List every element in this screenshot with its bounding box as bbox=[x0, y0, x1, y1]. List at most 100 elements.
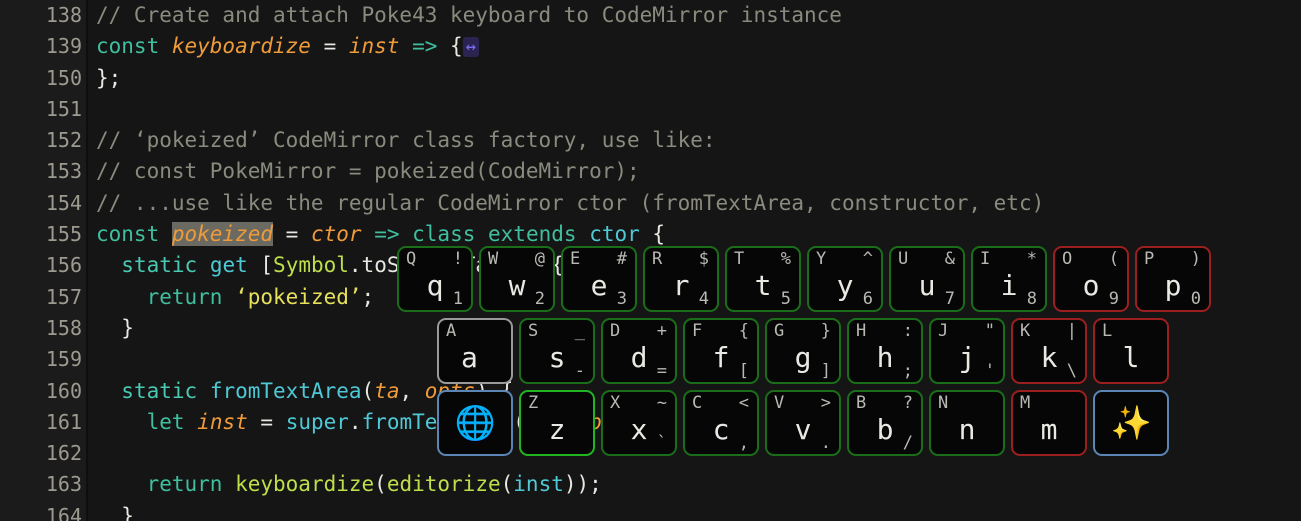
key-v[interactable]: V > v. bbox=[765, 390, 841, 456]
line-number: 156 bbox=[45, 253, 82, 278]
code-token: keyboardize bbox=[171, 34, 311, 59]
code-token: // ...use like the regular CodeMirror ct… bbox=[96, 190, 1045, 215]
key-main-label: l bbox=[1122, 341, 1140, 374]
key-alt-label: 4 bbox=[698, 289, 709, 309]
line-number: 138 bbox=[45, 3, 82, 27]
line-number: 160 bbox=[45, 378, 82, 403]
key-d[interactable]: D + d = bbox=[601, 318, 677, 384]
key-alt-label: 7 bbox=[944, 289, 955, 309]
code-token: super bbox=[285, 409, 349, 434]
code-line[interactable]: // const PokeMirror = pokeized(CodeMirro… bbox=[96, 156, 1301, 187]
key-sparkles[interactable]: ✨ bbox=[1093, 390, 1169, 456]
key-f[interactable]: F{f[ bbox=[683, 318, 759, 384]
code-token: const bbox=[96, 222, 172, 247]
key-alt-label: 6 bbox=[862, 289, 873, 309]
line-number: 154 bbox=[45, 190, 82, 215]
key-alt-label: 9 bbox=[1108, 289, 1119, 309]
code-line[interactable] bbox=[96, 94, 1301, 125]
code-token: return bbox=[146, 284, 223, 309]
key-c[interactable]: C < c, bbox=[683, 390, 759, 456]
key-p[interactable]: P) p 0 bbox=[1135, 246, 1211, 312]
key-main-label: z bbox=[548, 413, 566, 446]
key-j[interactable]: J " j ' bbox=[929, 318, 1005, 384]
row-zxcv: 🌐 Zz X ~ x ` C < c, V > v. B? b / Nn Mm ✨ bbox=[437, 390, 1169, 456]
code-token: = bbox=[247, 409, 286, 434]
key-w[interactable]: W @ w 2 bbox=[479, 246, 555, 312]
code-token: ctor bbox=[589, 222, 640, 247]
code-line[interactable]: } bbox=[96, 501, 1301, 521]
line-number: 139 bbox=[45, 34, 82, 59]
code-line[interactable]: // Create and attach Poke43 keyboard to … bbox=[96, 0, 1301, 31]
line-number-gutter: 138 139 150 151 152 153 154 155 156 157 158 159 160 1… bbox=[0, 0, 88, 521]
key-h[interactable]: H: h; bbox=[847, 318, 923, 384]
key-y[interactable]: Y ^ y 6 bbox=[807, 246, 883, 312]
code-line[interactable]: return keyboardize(editorize(inst)); bbox=[96, 469, 1301, 500]
code-line[interactable]: // ...use like the regular CodeMirror ct… bbox=[96, 188, 1301, 219]
key-main-label: m bbox=[1040, 413, 1058, 446]
key-u[interactable]: U & u 7 bbox=[889, 246, 965, 312]
row-asdf: Aa S _ s - D + d = F{f[G} g] H: h; J " j ' K | k \ Ll bbox=[437, 318, 1169, 384]
code-token: ‘pokeized’ bbox=[235, 284, 362, 309]
line-number: 159 bbox=[45, 347, 82, 372]
code-token: [ bbox=[247, 253, 274, 278]
code-token: } bbox=[96, 315, 134, 340]
key-t[interactable]: T% t 5 bbox=[725, 246, 801, 312]
key-alt-label: [ bbox=[738, 361, 749, 381]
key-x[interactable]: X ~ x ` bbox=[601, 390, 677, 456]
code-token: fromTextArea bbox=[209, 378, 362, 403]
key-alt-label: . bbox=[820, 433, 831, 453]
code-line[interactable]: // ‘pokeized’ CodeMirror class factory, … bbox=[96, 125, 1301, 156]
code-line[interactable]: }; bbox=[96, 63, 1301, 94]
key-i[interactable]: I * i 8 bbox=[971, 246, 1047, 312]
key-l[interactable]: Ll bbox=[1093, 318, 1169, 384]
key-r[interactable]: R $ r 4 bbox=[643, 246, 719, 312]
code-token: get bbox=[209, 253, 248, 278]
line-number: 150 bbox=[45, 65, 82, 90]
line-number: 163 bbox=[45, 472, 82, 497]
key-g[interactable]: G} g] bbox=[765, 318, 841, 384]
code-token: inst bbox=[348, 34, 400, 59]
key-o[interactable]: O(o 9 bbox=[1053, 246, 1129, 312]
key-m[interactable]: Mm bbox=[1011, 390, 1087, 456]
globe-icon: 🌐 bbox=[454, 403, 496, 442]
code-token: , bbox=[399, 378, 425, 403]
key-k[interactable]: K | k \ bbox=[1011, 318, 1087, 384]
key-alt-label: 3 bbox=[616, 289, 627, 309]
key-s[interactable]: S _ s - bbox=[519, 318, 595, 384]
line-number: 158 bbox=[45, 315, 82, 340]
key-alt-label: / bbox=[902, 433, 913, 453]
key-e[interactable]: E # e 3 bbox=[561, 246, 637, 312]
code-line[interactable]: const keyboardize = inst => {↔ bbox=[96, 31, 1301, 62]
code-token: // ‘pokeized’ CodeMirror class factory, … bbox=[96, 128, 716, 153]
key-alt-label: \ bbox=[1066, 361, 1077, 381]
code-token: keyboardize bbox=[235, 472, 375, 497]
key-n[interactable]: Nn bbox=[929, 390, 1005, 456]
key-b[interactable]: B? b / bbox=[847, 390, 923, 456]
key-a[interactable]: Aa bbox=[437, 318, 513, 384]
code-token: = bbox=[273, 222, 311, 247]
key-z[interactable]: Zz bbox=[519, 390, 595, 456]
code-token: => bbox=[412, 34, 438, 59]
key-q[interactable]: Q! q 1 bbox=[397, 246, 473, 312]
code-token: static bbox=[121, 378, 198, 403]
key-main-label: n bbox=[958, 413, 976, 446]
code-token: editorize bbox=[386, 472, 501, 497]
code-token: ctor bbox=[310, 222, 362, 247]
code-token: { bbox=[437, 34, 463, 59]
key-language-globe[interactable]: 🌐 bbox=[437, 390, 513, 456]
key-main-label: a bbox=[461, 341, 478, 374]
code-token: ( bbox=[374, 472, 387, 497]
code-token: let bbox=[146, 409, 185, 434]
